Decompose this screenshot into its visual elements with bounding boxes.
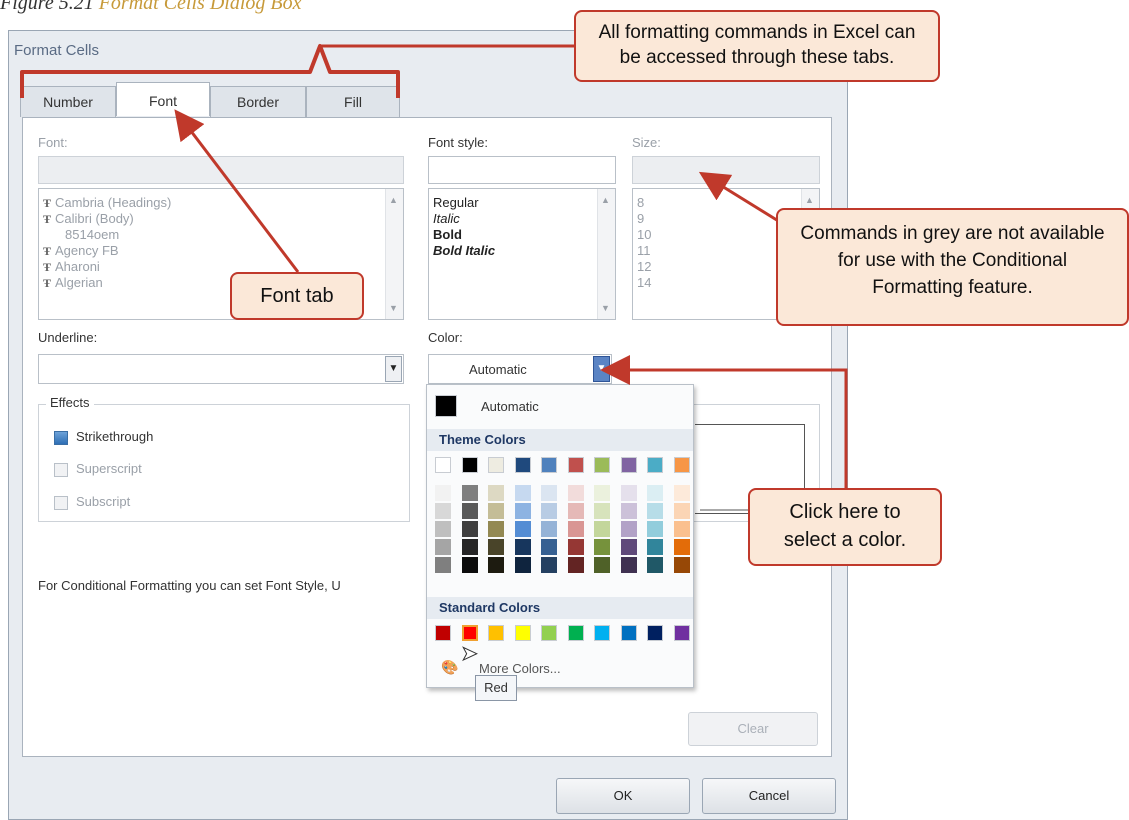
color-callout: Click here to select a color. xyxy=(748,488,942,566)
grey-commands-callout: Commands in grey are not available for u… xyxy=(776,208,1129,326)
annotation-arrows xyxy=(20,44,848,511)
tabs-callout: All formatting commands in Excel can be … xyxy=(574,10,940,82)
grey-note-arrow xyxy=(698,171,781,224)
font-tab-arrow xyxy=(174,109,300,273)
font-tab-callout: Font tab xyxy=(230,272,364,320)
color-arrow xyxy=(600,355,848,488)
tabs-bracket xyxy=(20,44,400,98)
